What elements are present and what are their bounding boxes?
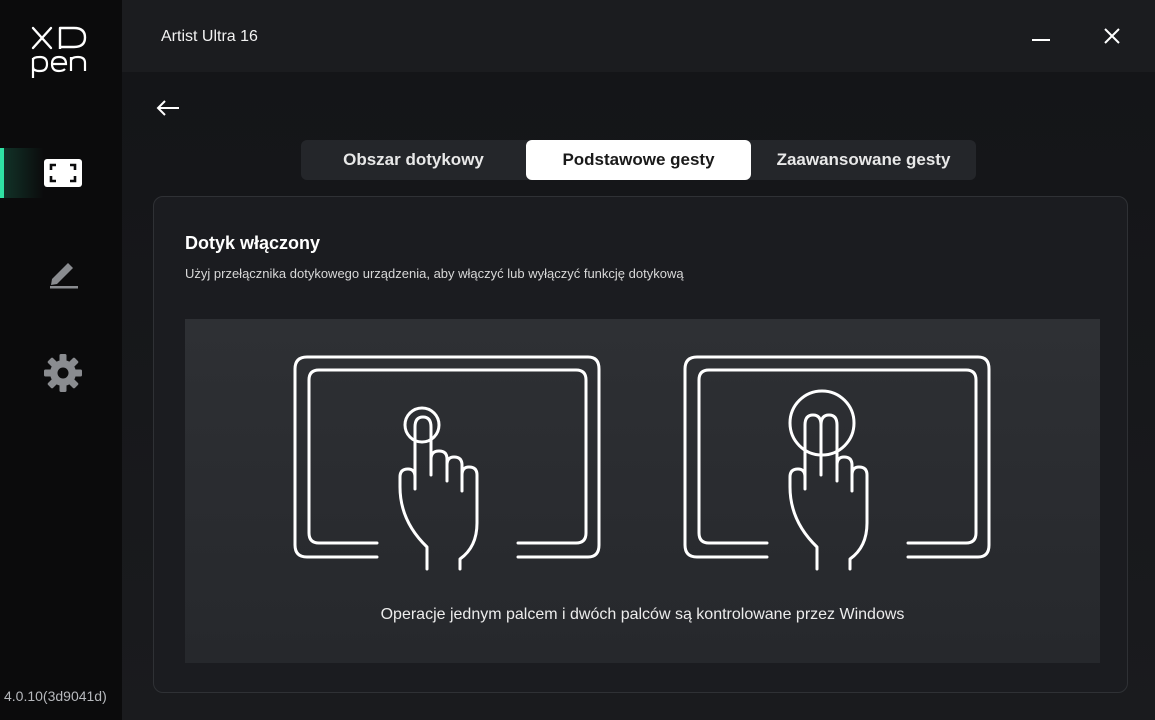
panel-description: Użyj przełącznika dotykowego urządzenia,… [185, 266, 684, 281]
app-window: 4.0.10(3d9041d) Artist Ultra 16 Obszar d… [0, 0, 1155, 720]
two-finger-tap-hand-icon [788, 389, 869, 571]
tab-bar: Obszar dotykowy Podstawowe gesty Zaawans… [301, 140, 976, 180]
tab-advanced-gestures[interactable]: Zaawansowane gesty [751, 140, 976, 180]
version-label: 4.0.10(3d9041d) [4, 688, 107, 704]
tab-basic-gestures[interactable]: Podstawowe gesty [526, 140, 751, 180]
gesture-panel: Dotyk włączony Użyj przełącznika dotykow… [153, 196, 1128, 693]
single-tap-hand-icon [398, 406, 479, 571]
xppen-logo [31, 26, 87, 78]
pen-icon [50, 263, 78, 289]
sidebar: 4.0.10(3d9041d) [0, 0, 122, 720]
close-button[interactable] [1096, 20, 1128, 52]
sidebar-item-settings[interactable] [0, 348, 122, 398]
close-icon [1104, 28, 1120, 44]
tab-touch-area[interactable]: Obszar dotykowy [301, 140, 526, 180]
sidebar-item-touch[interactable] [0, 148, 122, 198]
panel-title: Dotyk włączony [185, 233, 321, 253]
minimize-icon [1032, 39, 1050, 41]
illustration-caption: Operacje jednym palcem i dwóch palców są… [380, 606, 905, 623]
minimize-button[interactable] [1025, 20, 1057, 52]
back-button[interactable] [152, 96, 184, 120]
window-title: Artist Ultra 16 [161, 28, 258, 45]
gear-icon [44, 354, 82, 392]
title-bar: Artist Ultra 16 [122, 0, 1155, 72]
arrow-left-icon [156, 100, 179, 116]
screen-frame-icon [44, 159, 82, 187]
gesture-illustration: Operacje jednym palcem i dwóch palców są… [185, 319, 1100, 663]
main-content: Obszar dotykowy Podstawowe gesty Zaawans… [122, 72, 1155, 720]
sidebar-item-pen[interactable] [0, 247, 122, 297]
